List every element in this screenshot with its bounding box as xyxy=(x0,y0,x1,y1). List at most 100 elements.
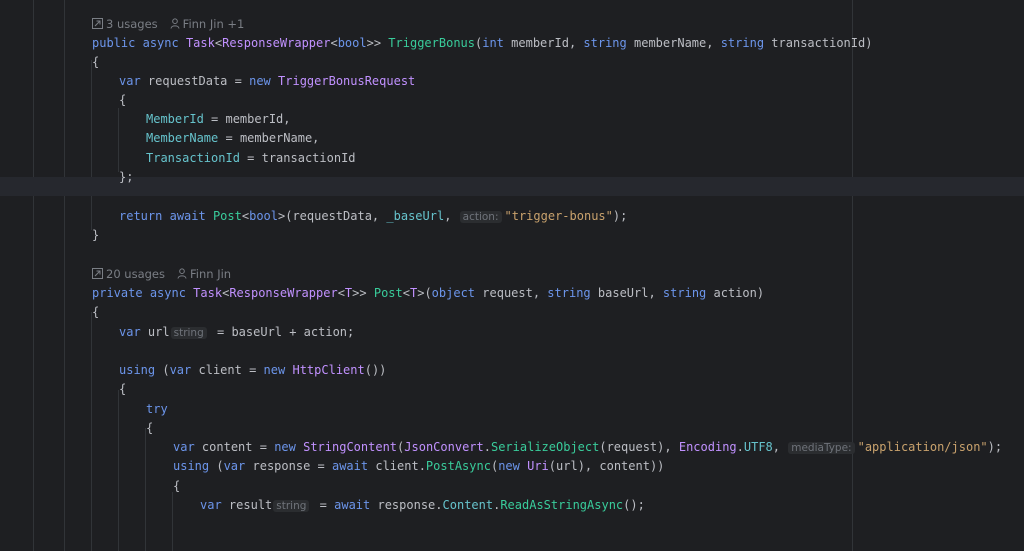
usages-count[interactable]: 20 usages xyxy=(106,267,165,281)
param-name: transactionId xyxy=(771,36,866,50)
prop-name: Content xyxy=(442,498,494,512)
var-ref: client. xyxy=(375,459,426,473)
param-type: string xyxy=(547,286,591,300)
type-wrapper: ResponseWrapper xyxy=(222,36,331,50)
type-name: StringContent xyxy=(303,440,398,454)
var-name: result xyxy=(228,498,273,512)
code-line-2: { xyxy=(92,55,100,69)
prop-name: TransactionId xyxy=(146,151,240,165)
type-hint: string xyxy=(170,327,207,339)
indent-guide-2 xyxy=(118,108,119,172)
string-literal: "application/json" xyxy=(857,440,988,454)
type-name: TriggerBonusRequest xyxy=(278,74,416,88)
field-name: UTF8 xyxy=(743,440,773,454)
code-line-19: try xyxy=(146,400,168,419)
kw-var: var xyxy=(173,440,195,454)
method-name[interactable]: Post xyxy=(374,286,403,300)
param-type: string xyxy=(662,286,707,300)
kw-new: new xyxy=(249,74,271,88)
type-bool: bool xyxy=(337,36,367,50)
type-name: Uri xyxy=(527,459,549,473)
indent-guide-1 xyxy=(91,60,92,230)
code-line-11: } xyxy=(92,228,100,242)
var-name: response xyxy=(252,459,311,473)
param-name: action xyxy=(713,286,757,300)
indent-guide-3 xyxy=(91,312,92,551)
type-name: Encoding xyxy=(678,440,737,454)
kw-return: return xyxy=(119,209,163,223)
method-name[interactable]: TriggerBonus xyxy=(388,36,475,50)
type-hint: string xyxy=(273,500,310,512)
indent-guide-4 xyxy=(118,390,119,551)
code-line-21: var content = new StringContent(JsonConv… xyxy=(173,440,1003,454)
code-lens-method2[interactable]: 20 usages Finn Jin xyxy=(92,265,231,283)
author-icon xyxy=(177,266,187,284)
code-line-6: MemberName = memberName, xyxy=(146,131,320,145)
expr: = baseUrl + action; xyxy=(209,325,355,339)
expr: (); xyxy=(623,498,645,512)
param-type: int xyxy=(482,36,504,50)
gutter-divider xyxy=(64,0,65,551)
code-line-13: private async Task<ResponseWrapper<T>> P… xyxy=(92,286,765,300)
kw-try: try xyxy=(146,402,168,416)
code-line-7: TransactionId = transactionId xyxy=(146,151,356,165)
type-bool: bool xyxy=(249,209,278,223)
var-name: requestData xyxy=(147,74,228,88)
field-baseurl: _baseUrl xyxy=(386,209,445,223)
gutter-divider-left xyxy=(33,0,34,551)
usages-icon xyxy=(92,16,103,34)
kw-var: var xyxy=(119,325,141,339)
expr: (url), content)) xyxy=(548,459,665,473)
type-name: HttpClient xyxy=(292,363,365,377)
usages-icon xyxy=(92,266,103,284)
expr: ()) xyxy=(364,363,387,377)
author-name[interactable]: Finn Jin +1 xyxy=(183,17,245,31)
prop-value: memberName, xyxy=(239,131,320,145)
kw-var: var xyxy=(200,498,222,512)
kw-var: var xyxy=(119,74,141,88)
param-name: memberId xyxy=(511,36,569,50)
usages-count[interactable]: 3 usages xyxy=(106,17,158,31)
param-hint: mediaType: xyxy=(788,442,855,454)
code-line-4: { xyxy=(119,93,127,107)
code-line-14: { xyxy=(92,305,100,319)
current-line-highlight xyxy=(0,177,1024,196)
string-literal: "trigger-bonus" xyxy=(504,209,613,223)
args-end: ); xyxy=(612,209,628,223)
param-name: baseUrl xyxy=(597,286,649,300)
type-wrapper: ResponseWrapper xyxy=(229,286,338,300)
prop-name: MemberName xyxy=(146,131,219,145)
code-lens-method1[interactable]: 3 usages Finn Jin +1 xyxy=(92,15,244,33)
author-icon xyxy=(170,16,180,34)
var-ref: response. xyxy=(377,498,443,512)
type-t: T xyxy=(409,286,418,300)
prop-name: MemberId xyxy=(146,112,204,126)
method-call: ReadAsStringAsync xyxy=(500,498,624,512)
kw-using: using xyxy=(119,363,156,377)
param-hint: action: xyxy=(459,211,502,223)
code-line-20: { xyxy=(146,421,154,435)
code-line-3: var requestData = new TriggerBonusReques… xyxy=(119,74,416,88)
kw-public: public xyxy=(92,36,136,50)
code-line-24: var result string = await response.Conten… xyxy=(200,498,645,512)
kw-await: await xyxy=(334,498,371,512)
code-line-22: using (var response = await client.PostA… xyxy=(173,459,665,473)
type-task: Task xyxy=(185,36,215,50)
args: (request), xyxy=(599,440,679,454)
kw-await: await xyxy=(169,209,206,223)
kw-new: new xyxy=(498,459,520,473)
param-type: string xyxy=(720,36,765,50)
code-line-23: { xyxy=(173,479,181,493)
type-task: Task xyxy=(193,286,223,300)
kw-async: async xyxy=(149,286,186,300)
param-type: string xyxy=(583,36,627,50)
call-post[interactable]: Post xyxy=(213,209,242,223)
code-line-15: var url string = baseUrl + action; xyxy=(119,323,354,342)
type-t: T xyxy=(344,286,353,300)
method-call: SerializeObject xyxy=(490,440,600,454)
author-name[interactable]: Finn Jin xyxy=(190,267,231,281)
param-name: request xyxy=(482,286,533,300)
var-name: url xyxy=(147,325,170,339)
var-name: content xyxy=(201,440,253,454)
param-type: object xyxy=(431,286,476,300)
